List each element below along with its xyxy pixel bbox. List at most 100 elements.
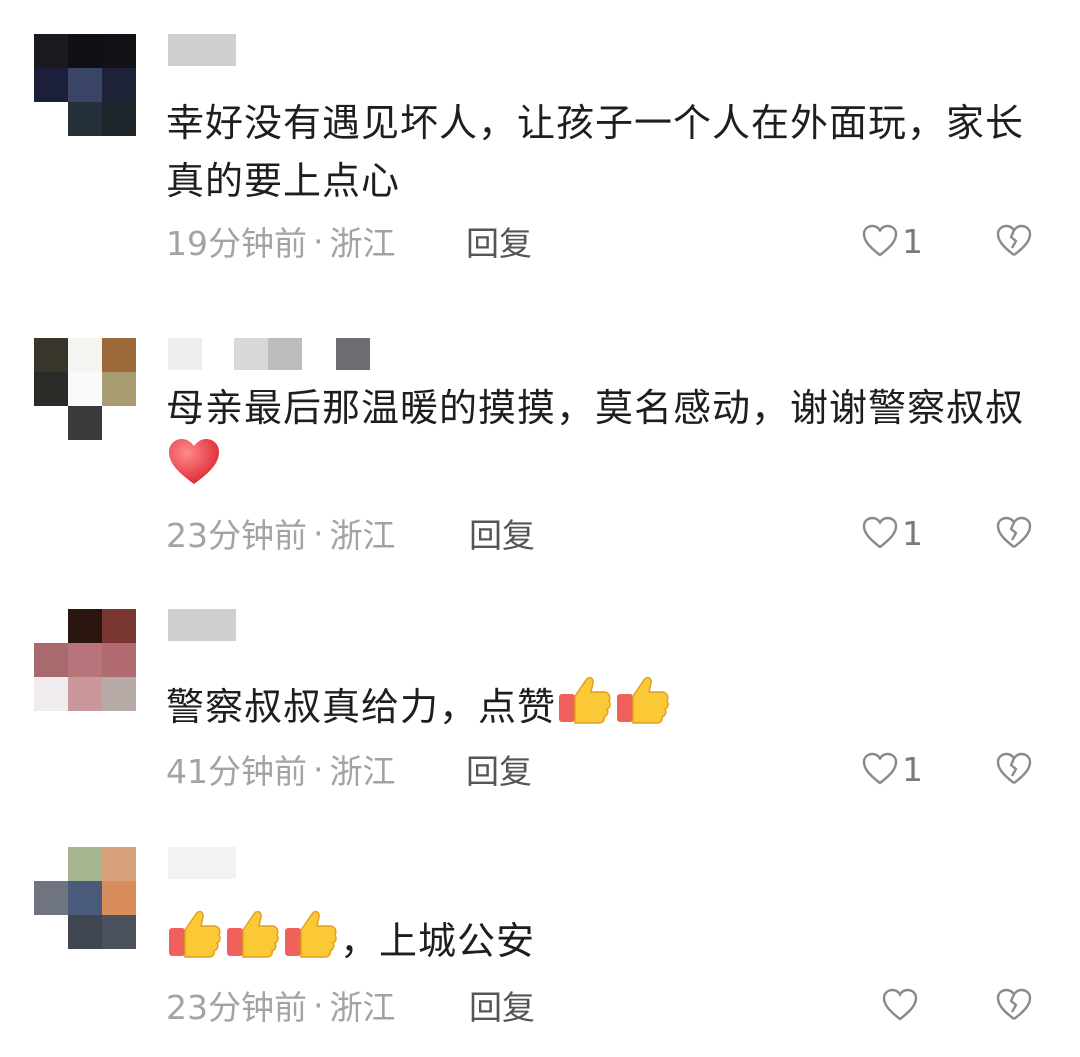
heart-outline-icon <box>862 516 898 549</box>
avatar-pixel <box>102 847 136 881</box>
avatar-pixel <box>34 406 68 440</box>
avatar-pixel <box>68 609 102 643</box>
location: 浙江 <box>329 752 396 791</box>
username-redaction-block <box>168 847 236 879</box>
username-redacted[interactable] <box>168 338 370 370</box>
dislike-button[interactable] <box>995 982 1035 1028</box>
avatar-pixel <box>68 881 102 915</box>
reply-button[interactable]: 回复 <box>469 510 535 556</box>
avatar-pixel <box>68 847 102 881</box>
dislike-button[interactable] <box>995 218 1035 264</box>
like-button[interactable]: 1 <box>862 746 923 792</box>
username-redaction-block <box>168 34 236 66</box>
username-redaction-block <box>168 338 202 370</box>
avatar-pixel <box>34 372 68 406</box>
username-redaction-block <box>268 338 302 370</box>
avatar[interactable] <box>34 609 136 711</box>
dislike-button[interactable] <box>995 510 1035 556</box>
avatar-pixel <box>102 338 136 372</box>
broken-heart-icon <box>996 224 1032 256</box>
avatar-pixel <box>68 34 102 68</box>
reply-button[interactable]: 回复 <box>466 746 532 792</box>
avatar-pixel <box>34 34 68 68</box>
thumbs-up-emoji-icon <box>227 910 279 958</box>
avatar[interactable] <box>34 338 136 440</box>
avatar-pixel <box>102 677 136 711</box>
thumbs-up-emoji-icon <box>169 910 221 958</box>
location: 浙江 <box>329 224 396 263</box>
username-redacted[interactable] <box>168 847 236 879</box>
comment-text: 幸好没有遇见坏人，让孩子一个人在外面玩，家长真的要上点心 <box>166 94 1026 210</box>
thumbs-up-emoji-icon <box>559 676 611 724</box>
comment-text-content: 幸好没有遇见坏人，让孩子一个人在外面玩，家长真的要上点心 <box>166 101 1025 203</box>
avatar-pixel <box>102 34 136 68</box>
red-heart-emoji-icon <box>169 439 219 484</box>
comment-meta: 41分钟前 · 浙江 <box>166 746 396 792</box>
avatar-pixel <box>68 677 102 711</box>
like-count: 1 <box>902 221 923 261</box>
avatar-pixel <box>102 609 136 643</box>
broken-heart-icon <box>996 752 1032 784</box>
like-button[interactable]: 1 <box>862 218 923 264</box>
avatar[interactable] <box>34 34 136 136</box>
separator: · <box>313 513 324 553</box>
broken-heart-icon <box>996 988 1032 1020</box>
comment-text-content: 母亲最后那温暖的摸摸，莫名感动，谢谢警察叔叔 <box>166 386 1025 430</box>
username-redaction-block <box>336 338 370 370</box>
timestamp: 19分钟前 <box>166 224 307 263</box>
username-redacted[interactable] <box>168 34 236 66</box>
username-redaction-block <box>234 338 268 370</box>
avatar-pixel <box>68 915 102 949</box>
avatar-pixel <box>102 102 136 136</box>
separator: · <box>313 985 324 1025</box>
avatar-pixel <box>34 677 68 711</box>
avatar-pixel <box>102 406 136 440</box>
like-button[interactable] <box>882 982 922 1028</box>
reply-button[interactable]: 回复 <box>466 218 532 264</box>
comment-text: 母亲最后那温暖的摸摸，莫名感动，谢谢警察叔叔 <box>166 379 1026 497</box>
location: 浙江 <box>329 988 396 1027</box>
avatar-pixel <box>34 881 68 915</box>
avatar-pixel <box>68 338 102 372</box>
avatar-pixel <box>102 372 136 406</box>
avatar-pixel <box>34 847 68 881</box>
username-redacted[interactable] <box>168 609 236 641</box>
separator: · <box>313 749 324 789</box>
separator: · <box>313 221 324 261</box>
avatar-pixel <box>34 609 68 643</box>
broken-heart-icon <box>996 516 1032 548</box>
heart-outline-icon <box>862 752 898 785</box>
avatar-pixel <box>102 68 136 102</box>
avatar-pixel <box>68 372 102 406</box>
comment-meta: 23分钟前 · 浙江 <box>166 982 396 1028</box>
comment-meta: 19分钟前 · 浙江 <box>166 218 396 264</box>
avatar-pixel <box>34 915 68 949</box>
avatar-pixel <box>68 406 102 440</box>
avatar-pixel <box>34 338 68 372</box>
like-count: 1 <box>902 749 923 789</box>
location: 浙江 <box>329 516 396 555</box>
avatar-pixel <box>68 102 102 136</box>
timestamp: 23分钟前 <box>166 988 307 1027</box>
avatar-pixel <box>34 102 68 136</box>
thumbs-up-emoji-icon <box>285 910 337 958</box>
reply-button[interactable]: 回复 <box>469 982 535 1028</box>
like-button[interactable]: 1 <box>862 510 923 556</box>
thumbs-up-emoji-icon <box>617 676 669 724</box>
avatar-pixel <box>68 643 102 677</box>
avatar-pixel <box>34 68 68 102</box>
avatar-pixel <box>102 881 136 915</box>
like-count: 1 <box>902 513 923 553</box>
avatar-pixel <box>34 643 68 677</box>
avatar-pixel <box>102 643 136 677</box>
comment-text: ，上城公安 <box>166 908 1026 970</box>
dislike-button[interactable] <box>995 746 1035 792</box>
comment-text-content: 警察叔叔真给力，点赞 <box>166 685 557 729</box>
timestamp: 23分钟前 <box>166 516 307 555</box>
avatar-pixel <box>68 68 102 102</box>
comment-text: 警察叔叔真给力，点赞 <box>166 674 1026 736</box>
avatar[interactable] <box>34 847 136 949</box>
avatar-pixel <box>102 915 136 949</box>
heart-outline-icon <box>882 988 918 1021</box>
username-redaction-block <box>168 609 236 641</box>
